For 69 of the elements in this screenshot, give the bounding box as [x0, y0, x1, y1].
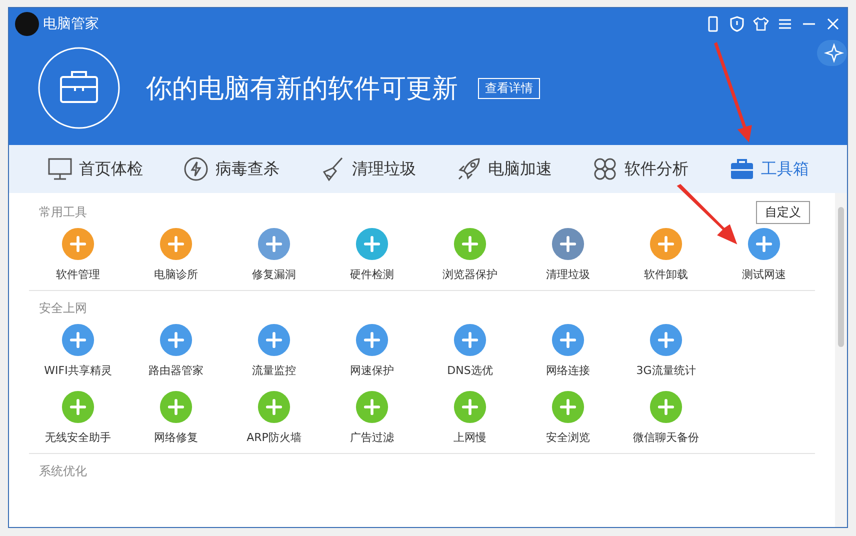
tool-icon[interactable]	[747, 227, 781, 261]
tool-icon[interactable]	[159, 390, 193, 424]
tool-label[interactable]: 电脑诊所	[154, 267, 198, 282]
tool-label[interactable]: 3G流量统计	[636, 363, 696, 378]
update-message: 你的电脑有新的软件可更新	[146, 72, 458, 106]
tool-label[interactable]: 修复漏洞	[252, 267, 296, 282]
tool-label[interactable]: 测试网速	[742, 267, 786, 282]
tool-icon[interactable]	[257, 227, 291, 261]
shield-icon[interactable]	[729, 16, 745, 32]
tool-icon[interactable]	[649, 390, 683, 424]
tool-label[interactable]: 浏览器保护	[442, 267, 498, 282]
tool-label[interactable]: 路由器管家	[148, 363, 204, 378]
tool-icon[interactable]	[355, 390, 389, 424]
tool-label[interactable]: 网络修复	[154, 430, 198, 445]
lightning-icon	[183, 156, 210, 182]
tool-icon[interactable]	[649, 323, 683, 357]
tool-label[interactable]: 网络连接	[546, 363, 590, 378]
tool-label[interactable]: 安全浏览	[546, 430, 590, 445]
tool-label[interactable]: 微信聊天备份	[633, 430, 699, 445]
tool-icon[interactable]	[61, 390, 95, 424]
nav-tab[interactable]: 软件分析	[592, 156, 688, 182]
tool-icon[interactable]	[453, 227, 487, 261]
tool-icon[interactable]	[453, 323, 487, 357]
tool-icon[interactable]	[453, 390, 487, 424]
nav-tab[interactable]: 病毒查杀	[183, 156, 280, 182]
section-title: 系统优化	[39, 462, 87, 480]
tool-label[interactable]: 软件卸载	[644, 267, 688, 282]
monitor-icon	[47, 156, 74, 182]
clover-icon	[592, 156, 618, 182]
tool-label[interactable]: 无线安全助手	[45, 430, 111, 445]
nav-tab[interactable]: 工具箱	[728, 156, 809, 182]
tool-label[interactable]: 软件管理	[56, 267, 100, 282]
section-title: 常用工具	[39, 204, 87, 220]
logo-icon	[15, 12, 39, 36]
tool-icon[interactable]	[61, 227, 95, 261]
tool-label[interactable]: DNS选优	[447, 363, 493, 378]
nav-tab[interactable]: 首页体检	[47, 156, 144, 182]
tool-label[interactable]: 流量监控	[252, 363, 296, 378]
tool-label[interactable]: 硬件检测	[350, 267, 394, 282]
toolbox-icon	[38, 47, 120, 129]
customize-button[interactable]: 自定义	[756, 200, 810, 224]
toolbox-icon	[728, 156, 755, 182]
tool-icon[interactable]	[355, 227, 389, 261]
tool-icon[interactable]	[649, 227, 683, 261]
tool-icon[interactable]	[159, 323, 193, 357]
tool-icon[interactable]	[61, 323, 95, 357]
section-title: 安全上网	[39, 300, 87, 316]
window-title: 电脑管家	[43, 15, 99, 33]
tool-icon[interactable]	[159, 227, 193, 261]
nav-tab[interactable]: 电脑加速	[456, 156, 552, 182]
tool-label[interactable]: 清理垃圾	[546, 267, 590, 282]
tool-label[interactable]: 广告过滤	[350, 430, 394, 445]
tool-label[interactable]: WIFI共享精灵	[44, 363, 112, 378]
tool-icon[interactable]	[257, 390, 291, 424]
tool-icon[interactable]	[355, 323, 389, 357]
tool-icon[interactable]	[551, 390, 585, 424]
tool-icon[interactable]	[551, 323, 585, 357]
shirt-icon[interactable]	[753, 16, 769, 32]
nav-tab[interactable]: 清理垃圾	[320, 156, 416, 182]
tool-label[interactable]: 网速保护	[350, 363, 394, 378]
tool-icon[interactable]	[257, 323, 291, 357]
tool-icon[interactable]	[551, 227, 585, 261]
close-icon[interactable]	[825, 16, 841, 32]
sparkle-icon[interactable]	[817, 40, 847, 66]
tool-label[interactable]: ARP防火墙	[246, 430, 302, 445]
tool-label[interactable]: 上网慢	[454, 430, 486, 445]
details-button[interactable]: 查看详情	[478, 78, 540, 98]
scrollbar[interactable]	[835, 193, 847, 527]
rocket-icon	[456, 156, 482, 182]
